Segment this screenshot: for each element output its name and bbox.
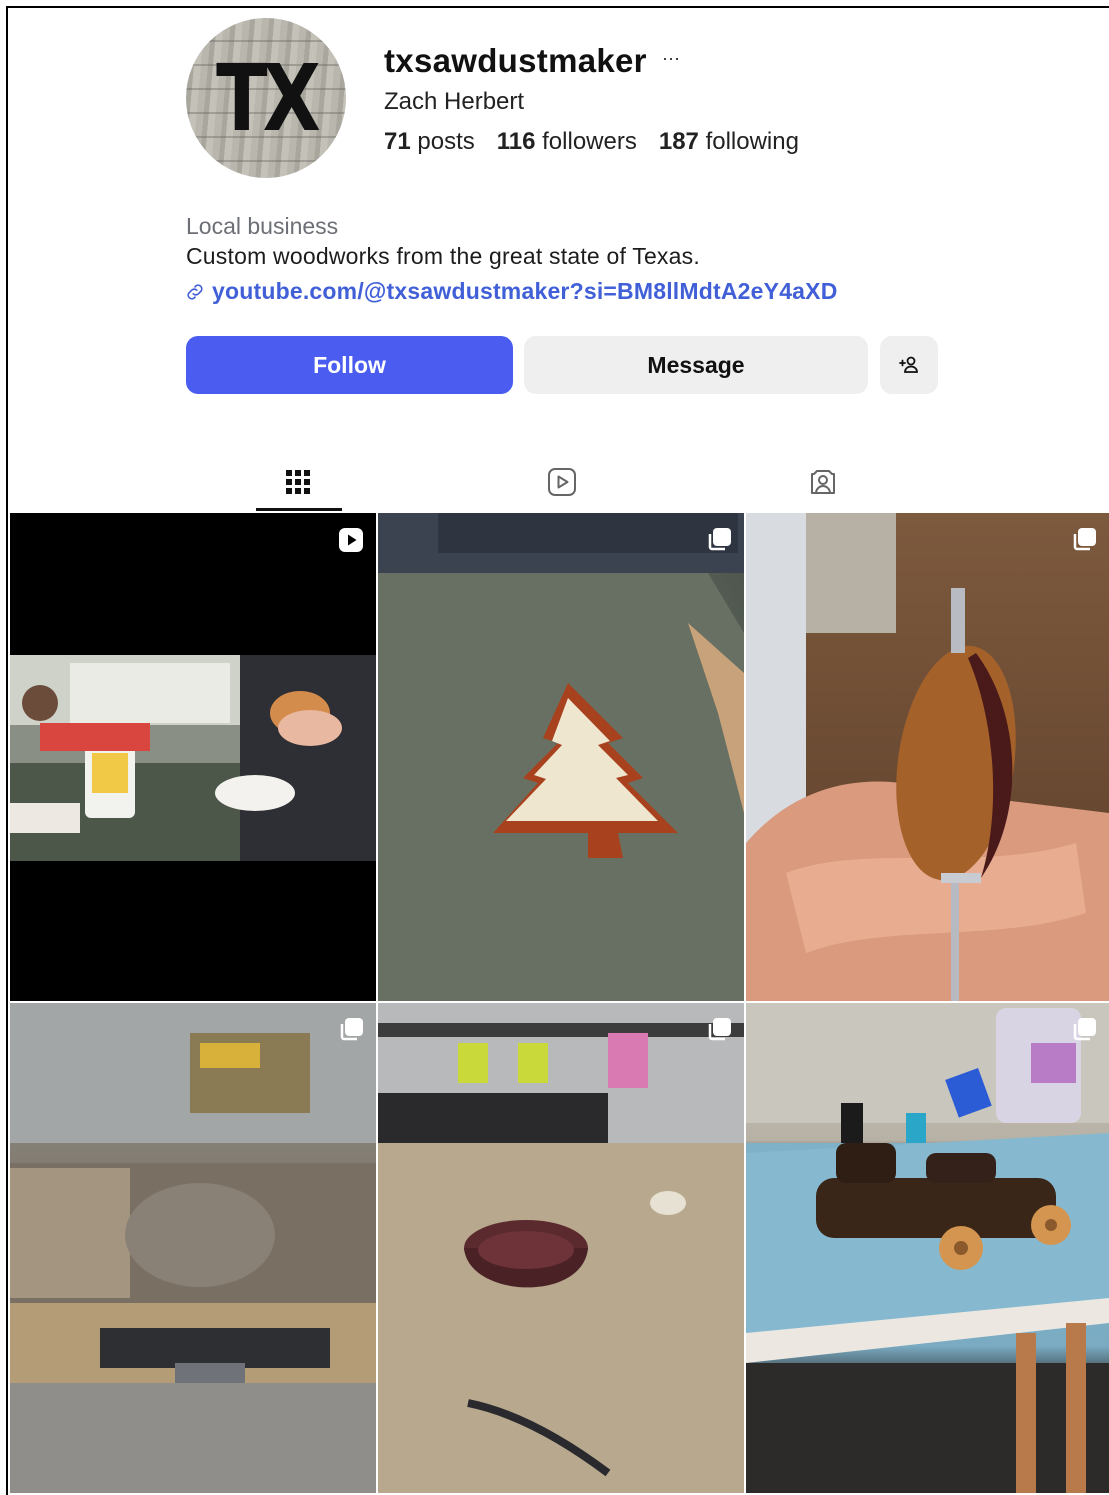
post-image [746,513,1109,1001]
carousel-icon [1073,1018,1096,1041]
tab-tagged[interactable] [803,462,843,502]
profile-avatar[interactable]: TX [186,18,346,178]
post-tile-1[interactable] [10,513,376,1001]
active-tab-indicator [256,508,342,511]
tagged-icon [811,470,835,494]
profile-full-name: Zach Herbert [384,88,525,115]
reels-icon [548,468,576,496]
message-button[interactable]: Message [524,336,868,394]
followers-label: followers [542,128,637,155]
posts-label: posts [417,128,475,155]
more-options-icon[interactable]: ··· [662,48,680,69]
following-count: 187 [658,128,699,155]
post-tile-4[interactable] [10,1003,376,1493]
carousel-icon [340,1018,363,1041]
avatar-logo-text: TX [216,44,321,152]
profile-stats: 71 posts 116 followers 187 following [384,128,799,156]
followers-stat[interactable]: 116 followers [497,128,637,156]
following-label: following [705,128,799,155]
add-person-icon [899,356,918,373]
carousel-icon [708,528,731,551]
post-tile-3[interactable] [746,513,1109,1001]
carousel-icon [1073,528,1096,551]
posts-count: 71 [384,128,411,155]
reel-icon [339,528,363,552]
post-image [378,513,744,1001]
posts-stat: 71 posts [384,128,475,156]
tab-posts[interactable] [278,462,318,502]
profile-category: Local business [186,213,339,239]
follow-button[interactable]: Follow [186,336,513,394]
post-tile-2[interactable] [378,513,744,1001]
link-icon [187,283,203,300]
carousel-icon [708,1018,731,1041]
post-image [10,1003,376,1493]
post-tile-5[interactable] [378,1003,744,1493]
post-image [378,1003,744,1493]
post-image [746,1003,1109,1493]
followers-count: 116 [496,128,536,155]
post-tile-6[interactable] [746,1003,1109,1493]
profile-link[interactable]: youtube.com/@txsawdustmaker?si=BM8llMdtA… [212,278,838,305]
profile-link-row[interactable]: youtube.com/@txsawdustmaker?si=BM8llMdtA… [184,278,838,305]
suggest-user-button[interactable] [880,336,938,394]
profile-username: txsawdustmaker [384,42,647,79]
tab-reels[interactable] [542,462,582,502]
profile-bio: Custom woodworks from the great state of… [186,243,700,269]
grid-icon [286,470,310,494]
following-stat[interactable]: 187 following [659,128,799,156]
post-image [10,655,376,861]
